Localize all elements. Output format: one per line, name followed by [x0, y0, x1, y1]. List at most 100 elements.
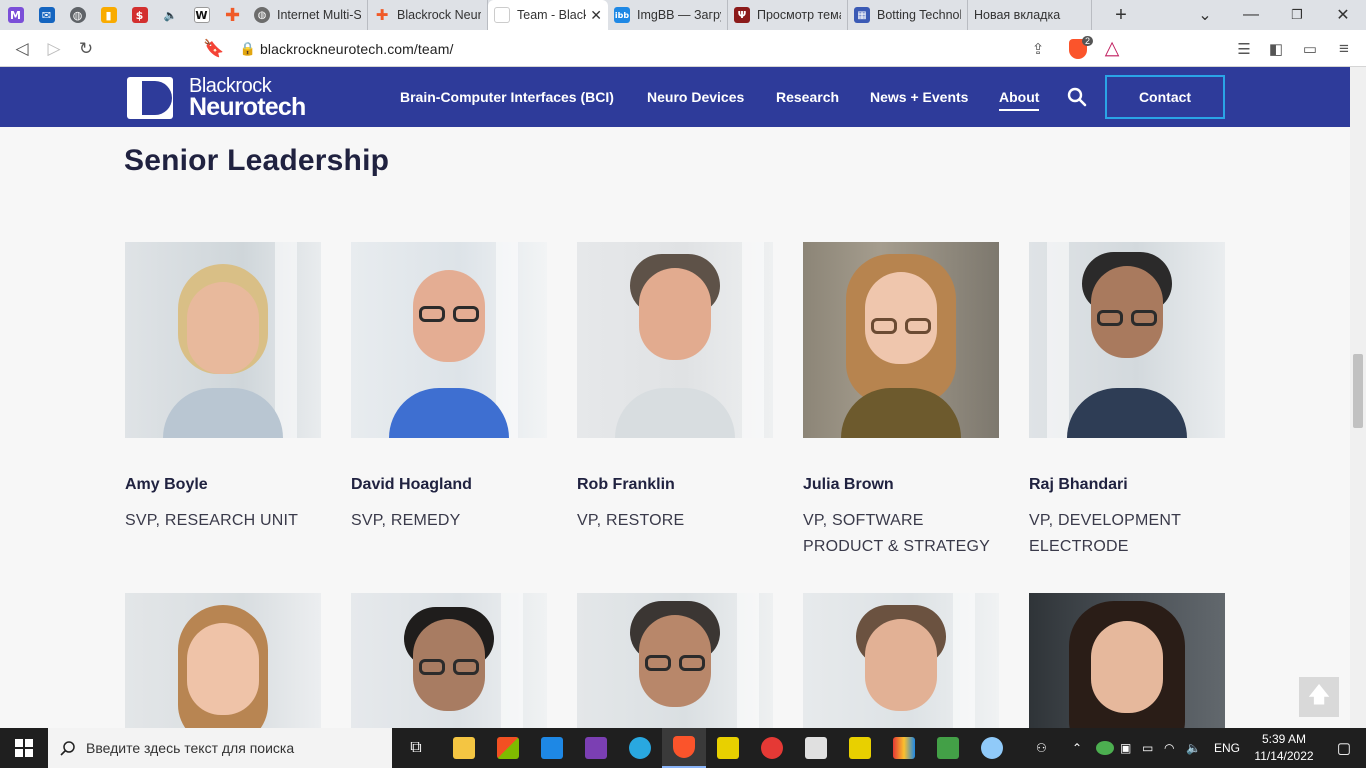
bookmark-button[interactable]: 🔖 [198, 30, 230, 67]
language-indicator[interactable]: ENG [1214, 741, 1248, 755]
tab-blackrock-neuro[interactable]: ✚ Blackrock Neuro [368, 0, 488, 30]
yellow-app-icon [717, 737, 739, 759]
team-card[interactable]: Raj Bhandari VP, DEVELOPMENT ELECTRODE [1029, 242, 1225, 560]
back-button[interactable]: ◁ [6, 30, 38, 67]
reload-button[interactable]: ↻ [70, 30, 102, 67]
tab-team-blackrock[interactable]: Team - Black ✕ [488, 0, 608, 30]
team-card[interactable] [351, 593, 547, 728]
new-tab-button[interactable]: + [1098, 0, 1144, 30]
nav-research[interactable]: Research [776, 89, 839, 105]
pinned-tab-plus[interactable]: ✚ [217, 0, 248, 30]
team-photo [1029, 593, 1225, 728]
colorful-app-icon [893, 737, 915, 759]
brave-rewards-button[interactable]: △ [1096, 30, 1128, 67]
taskbar-store[interactable] [486, 728, 530, 768]
menu-button[interactable]: ≡ [1328, 30, 1360, 67]
scroll-to-top-button[interactable]: 🡅 [1299, 677, 1339, 717]
minimize-icon: — [1243, 6, 1259, 23]
share-icon: ⇪ [1031, 40, 1045, 58]
team-card[interactable]: Rob Franklin VP, RESTORE [577, 242, 773, 534]
wifi-icon[interactable]: ◠ [1164, 741, 1186, 755]
tab-title: Просмотр тема [757, 8, 841, 22]
page-scrollbar[interactable] [1350, 67, 1366, 728]
people-icon[interactable]: ⚇ [1036, 741, 1056, 755]
pinned-tab-inbox[interactable]: ✉ [31, 0, 62, 30]
wikipedia-icon: W [193, 7, 210, 23]
pinned-tab-globe[interactable]: ◍ [62, 0, 93, 30]
team-card[interactable]: Amy Boyle SVP, RESEARCH UNIT [125, 242, 321, 534]
taskbar-clock[interactable]: 5:39 AM 11/14/2022 [1244, 731, 1324, 765]
taskbar-ie[interactable] [618, 728, 662, 768]
tab-imgbb[interactable]: ibb ImgBB — Загру [608, 0, 728, 30]
team-card[interactable] [1029, 593, 1225, 728]
tab-new[interactable]: Новая вкладка [968, 0, 1092, 30]
taskbar-app-6[interactable] [926, 728, 970, 768]
sidebar-button[interactable]: ◧ [1260, 30, 1292, 67]
pinned-tab-wikipedia[interactable]: W [186, 0, 217, 30]
close-tab-icon[interactable]: ✕ [590, 7, 602, 24]
tab-botting[interactable]: ▦ Botting Technol [848, 0, 968, 30]
action-center-button[interactable]: ▢ [1322, 728, 1366, 768]
taskbar-app-2[interactable] [750, 728, 794, 768]
taskbar-app-1[interactable] [706, 728, 750, 768]
plus-cross-icon: ✚ [224, 4, 241, 26]
site-search-button[interactable] [1066, 86, 1088, 108]
team-card[interactable]: Julia Brown VP, SOFTWARE PRODUCT & STRAT… [803, 242, 999, 560]
tab-forum[interactable]: Ψ Просмотр тема [728, 0, 848, 30]
nav-news-events[interactable]: News + Events [870, 89, 968, 105]
pinned-tab-sber[interactable]: $ [124, 0, 155, 30]
team-card[interactable] [577, 593, 773, 728]
notification-app-icon[interactable]: ▣ [1120, 741, 1142, 755]
browser-tab-strip: M ✉ ◍ ▮ $ 🔈 W ✚ ◍ Internet Multi-S ✚ Bla… [0, 0, 1366, 30]
contact-button[interactable]: Contact [1105, 75, 1225, 119]
paint-icon [981, 737, 1003, 759]
brave-shields-button[interactable]: 2 [1062, 30, 1094, 67]
minimize-button[interactable]: — [1228, 0, 1274, 30]
taskbar-paint[interactable] [970, 728, 1014, 768]
taskbar-mail[interactable] [530, 728, 574, 768]
team-card[interactable]: David Hoagland SVP, REMEDY [351, 242, 547, 534]
nav-about[interactable]: About [999, 89, 1040, 111]
taskbar-brave[interactable] [662, 728, 706, 768]
folder-icon [453, 737, 475, 759]
team-member-role: VP, SOFTWARE PRODUCT & STRATEGY [803, 512, 991, 555]
taskbar-app-5[interactable] [882, 728, 926, 768]
team-member-role: SVP, REMEDY [351, 512, 461, 529]
volume-icon[interactable]: 🔈 [1186, 741, 1208, 755]
taskbar-visual-studio[interactable] [574, 728, 618, 768]
team-card[interactable] [125, 593, 321, 728]
tab-internet-multi[interactable]: ◍ Internet Multi-S [248, 0, 368, 30]
taskbar-search[interactable]: Введите здесь текст для поиска [48, 728, 392, 768]
security-icon[interactable] [1096, 741, 1114, 755]
address-bar[interactable]: 🔒 blackrockneurotech.com/team/ [236, 34, 1130, 63]
blackrock-logo[interactable]: Blackrock Neurotech [127, 76, 306, 120]
start-button[interactable] [0, 728, 48, 768]
share-button[interactable]: ⇪ [1022, 30, 1054, 67]
close-window-button[interactable]: ✕ [1320, 0, 1366, 30]
globe-icon: ◍ [69, 7, 86, 23]
taskbar-app-4[interactable] [838, 728, 882, 768]
scrollbar-thumb[interactable] [1353, 354, 1363, 428]
battery-icon[interactable]: ▭ [1142, 741, 1164, 755]
close-icon: ✕ [1336, 7, 1350, 24]
wallet-button[interactable]: ▭ [1294, 30, 1326, 67]
forward-button[interactable]: ▷ [38, 30, 70, 67]
mail-icon: M [7, 7, 24, 23]
team-member-name: Amy Boyle [125, 476, 208, 493]
taskbar-app-3[interactable] [794, 728, 838, 768]
pinned-tab-mail[interactable]: M [0, 0, 31, 30]
team-card[interactable] [803, 593, 999, 728]
team-photo [803, 593, 999, 728]
restore-button[interactable]: ❐ [1274, 0, 1320, 30]
tab-title: Team - Black [517, 8, 587, 22]
nav-neuro-devices[interactable]: Neuro Devices [647, 89, 744, 105]
playlist-button[interactable]: ☰ [1228, 30, 1260, 67]
pinned-tab-analytics[interactable]: ▮ [93, 0, 124, 30]
shield-count: 2 [1081, 35, 1093, 46]
chevron-up-icon[interactable]: ⌃ [1072, 741, 1096, 755]
pinned-tab-audio[interactable]: 🔈 [155, 0, 186, 30]
task-view-button[interactable]: ⧉ [394, 728, 438, 768]
nav-bci[interactable]: Brain-Computer Interfaces (BCI) [400, 89, 614, 105]
taskbar-file-explorer[interactable] [442, 728, 486, 768]
tab-search-button[interactable]: ⌄ [1182, 0, 1228, 30]
